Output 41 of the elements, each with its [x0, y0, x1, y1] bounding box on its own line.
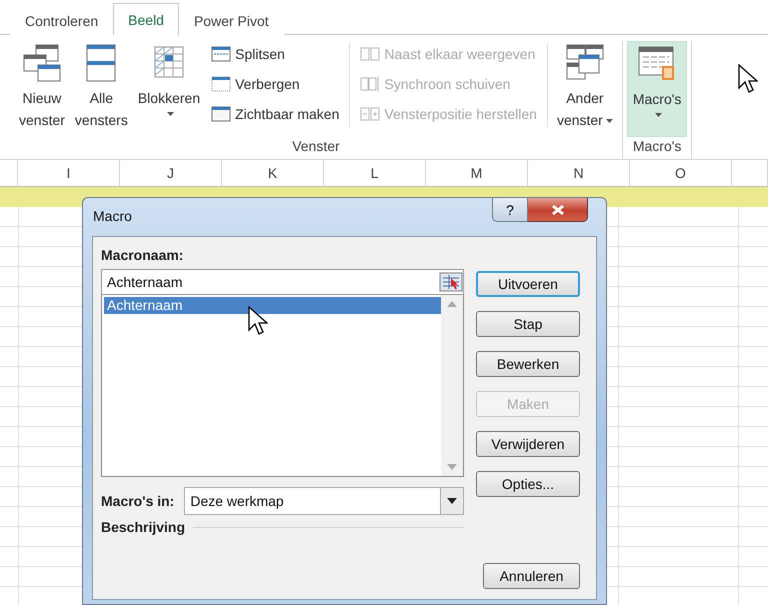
- list-item[interactable]: Achternaam: [104, 297, 441, 314]
- field-label: Macro's in:: [101, 493, 174, 509]
- column-header[interactable]: M: [426, 160, 528, 186]
- cancel-button[interactable]: Annuleren: [483, 563, 580, 589]
- dialog-button[interactable]: Stap: [476, 311, 580, 337]
- ribbon-button[interactable]: Splitsen: [211, 41, 340, 67]
- button-label: Ander: [566, 90, 604, 106]
- macro-name-field[interactable]: Achternaam: [101, 269, 464, 295]
- dialog-button[interactable]: Opties...: [476, 471, 580, 497]
- ribbon-button[interactable]: Alle vensters: [70, 41, 133, 137]
- dialog-button[interactable]: Uitvoeren: [476, 271, 580, 297]
- field-label: Macronaam:: [101, 247, 184, 263]
- button-label: Nieuw: [22, 90, 62, 106]
- ribbon-button[interactable]: Zichtbaar maken: [211, 101, 340, 127]
- ribbon-button[interactable]: Blokkeren: [132, 41, 206, 137]
- help-button[interactable]: ?: [492, 198, 528, 222]
- group-label: Venster: [291, 137, 341, 156]
- ribbon-button[interactable]: Macro's: [626, 41, 688, 137]
- button-label: Macro's: [632, 91, 682, 107]
- button-label: venster: [556, 112, 603, 128]
- ribbon-button[interactable]: Verbergen: [211, 71, 340, 97]
- column-header[interactable]: O: [630, 160, 732, 186]
- column-header[interactable]: L: [324, 160, 426, 186]
- group-label: Macro's: [632, 137, 682, 156]
- ribbon-button[interactable]: Ander venster: [552, 41, 618, 137]
- ribbon-button[interactable]: Nieuw venster: [14, 41, 70, 137]
- dialog-button[interactable]: Verwijderen: [476, 431, 580, 457]
- dialog-title: Macro: [93, 208, 133, 224]
- button-label: Alle: [90, 90, 114, 106]
- button-label: vensters: [74, 112, 128, 128]
- column-header[interactable]: N: [528, 160, 630, 186]
- macro-list[interactable]: Achternaam: [101, 295, 464, 477]
- column-header[interactable]: K: [222, 160, 324, 186]
- column-header[interactable]: J: [120, 160, 222, 186]
- button-label: Blokkeren: [138, 90, 200, 106]
- column-header[interactable]: I: [18, 160, 120, 186]
- ribbon-tab[interactable]: Beeld: [113, 3, 179, 35]
- button-label: venster: [19, 112, 65, 128]
- macros-in-dropdown[interactable]: Deze werkmap: [184, 487, 464, 515]
- section-label: Beschrijving: [101, 519, 186, 535]
- dialog-button[interactable]: Bewerken: [476, 351, 580, 377]
